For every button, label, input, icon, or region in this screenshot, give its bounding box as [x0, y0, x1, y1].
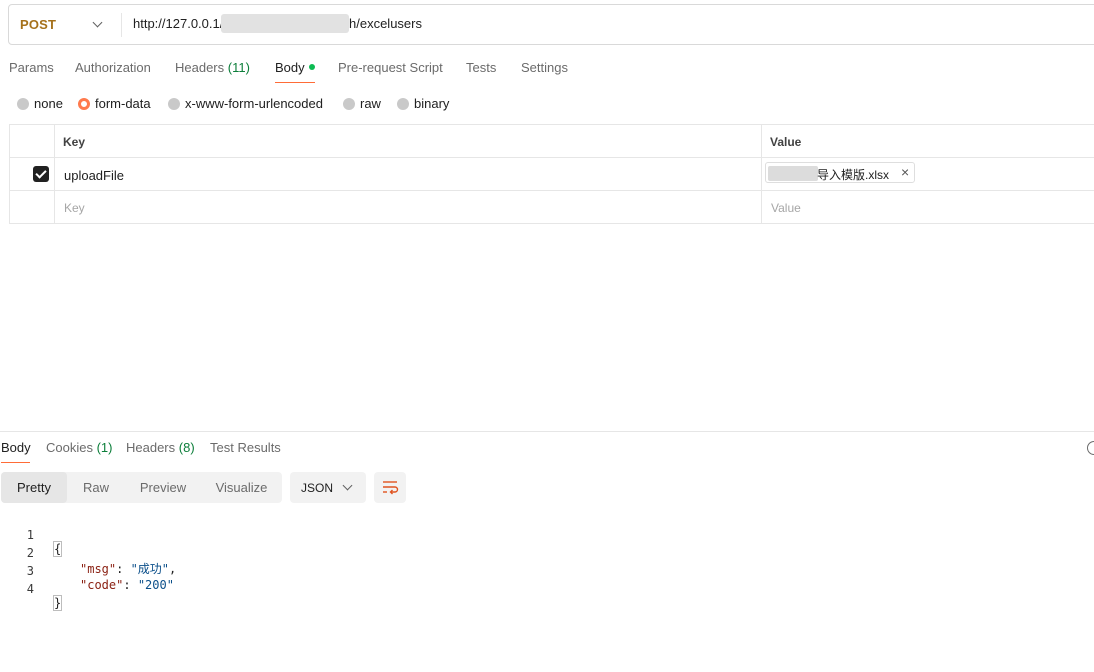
radio-label: x-www-form-urlencoded: [185, 96, 323, 111]
tab-settings[interactable]: Settings: [521, 60, 568, 75]
code-line: 3 "code": "200": [0, 550, 400, 592]
radio-label: none: [34, 96, 63, 111]
table-row: uploadFile 导入模版.xlsx ×: [10, 158, 1094, 191]
radio-circle: [168, 98, 180, 110]
response-tab-cookies[interactable]: Cookies (1): [46, 440, 112, 455]
view-visualize[interactable]: Visualize: [201, 472, 282, 503]
view-mode-segmented: Pretty Raw Preview Visualize: [1, 472, 282, 503]
row-value-cell[interactable]: 导入模版.xlsx ×: [762, 158, 1094, 190]
close-brace: }: [52, 595, 63, 611]
format-select[interactable]: JSON: [290, 472, 366, 503]
url-input-suffix[interactable]: h/excelusers: [349, 16, 422, 31]
line-number: 4: [26, 582, 34, 596]
globe-icon[interactable]: [1087, 441, 1094, 455]
wrap-lines-button[interactable]: [374, 472, 406, 503]
key-placeholder: Key: [64, 201, 85, 215]
header-value-cell: Value: [762, 125, 1094, 157]
url-input[interactable]: http://127.0.0.1/: [133, 16, 223, 31]
tab-tests[interactable]: Tests: [466, 60, 496, 75]
wrap-lines-icon: [383, 481, 399, 495]
url-bar: POST http://127.0.0.1/ h/excelusers: [8, 4, 1094, 45]
radio-label: binary: [414, 96, 450, 111]
tab-params[interactable]: Params: [9, 60, 54, 75]
row-check-cell: [10, 158, 55, 190]
radio-label: form-data: [95, 96, 151, 111]
chevron-down-icon: [342, 480, 353, 491]
tab-label: Cookies: [46, 440, 93, 455]
radio-circle: [17, 98, 29, 110]
tab-headers-label: Headers: [175, 60, 225, 75]
tab-authorization[interactable]: Authorization: [75, 60, 151, 75]
header-check-cell: [10, 125, 55, 157]
tab-body[interactable]: Body: [275, 60, 315, 75]
view-pretty[interactable]: Pretty: [1, 472, 67, 503]
row-check-cell: [10, 191, 55, 223]
close-icon[interactable]: ×: [901, 164, 909, 180]
tab-count: (8): [178, 440, 195, 455]
response-tab-headers[interactable]: Headers (8): [126, 440, 195, 455]
file-name-redacted: [768, 166, 818, 181]
table-header-row: Key Value: [10, 125, 1094, 158]
form-data-table: Key Value uploadFile 导入模版.xlsx × Key Val…: [9, 124, 1094, 224]
header-key-cell: Key: [55, 125, 762, 157]
method-label: POST: [20, 17, 57, 32]
code-line: 1 {: [0, 514, 400, 557]
response-divider: [0, 431, 1094, 432]
radio-circle: [343, 98, 355, 110]
radio-circle-selected: [78, 98, 90, 110]
file-chip: 导入模版.xlsx ×: [765, 162, 915, 183]
view-preview[interactable]: Preview: [125, 472, 201, 503]
code-line: 2 "msg": "成功",: [0, 532, 400, 576]
table-row-empty: Key Value: [10, 191, 1094, 224]
radio-circle: [397, 98, 409, 110]
response-tab-body[interactable]: Body: [1, 440, 31, 455]
tab-body-label: Body: [275, 60, 305, 75]
row-key-cell[interactable]: uploadFile: [55, 158, 762, 190]
chevron-down-icon: [92, 17, 103, 28]
new-value-cell[interactable]: Value: [762, 191, 1094, 223]
code-line: 4 }: [0, 568, 400, 611]
request-tabs: Params Authorization Headers (11) Body P…: [0, 60, 1094, 86]
tab-pre-request-script[interactable]: Pre-request Script: [338, 60, 443, 75]
tab-label: Headers: [126, 440, 176, 455]
method-select[interactable]: POST: [9, 5, 121, 44]
column-header-value: Value: [770, 135, 802, 149]
tab-headers-count: (11): [227, 60, 250, 75]
value-placeholder: Value: [771, 201, 801, 215]
active-tab-underline: [275, 82, 315, 83]
format-label: JSON: [301, 481, 334, 495]
view-raw[interactable]: Raw: [67, 472, 125, 503]
tab-count: (1): [96, 440, 113, 455]
row-key-text: uploadFile: [64, 168, 124, 183]
url-redacted: [221, 14, 349, 33]
radio-label: raw: [360, 96, 381, 111]
modified-dot-icon: [308, 64, 315, 70]
active-tab-underline: [1, 462, 30, 463]
tab-headers[interactable]: Headers (11): [175, 60, 250, 75]
response-tab-test-results[interactable]: Test Results: [210, 440, 281, 455]
row-enabled-checkbox[interactable]: [33, 166, 49, 182]
new-key-cell[interactable]: Key: [55, 191, 762, 223]
divider: [121, 13, 122, 37]
file-name: 导入模版.xlsx: [817, 168, 890, 182]
column-header-key: Key: [63, 135, 86, 149]
